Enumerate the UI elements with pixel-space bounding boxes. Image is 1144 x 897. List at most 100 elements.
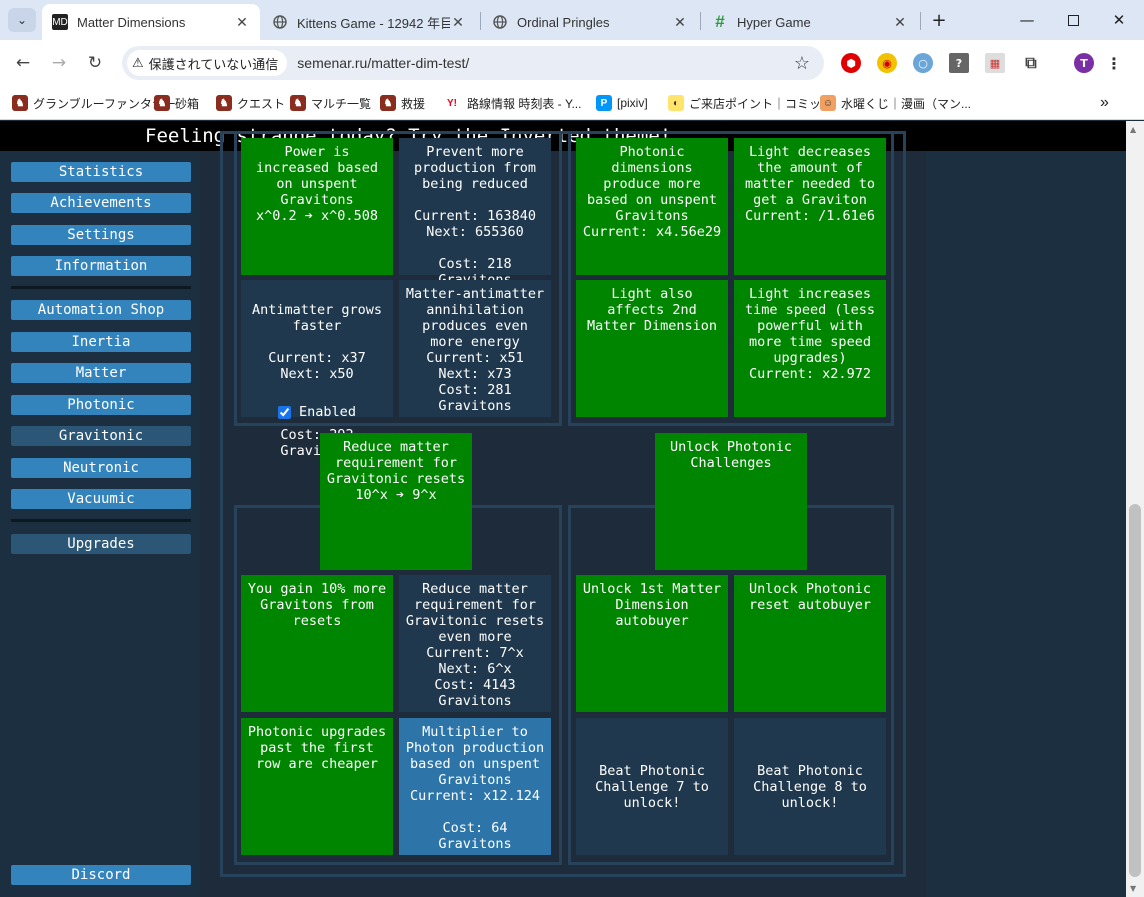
bookmark-item[interactable]: ♞ グランブルーファンタジー (12, 93, 176, 113)
address-bar[interactable]: ⚠ 保護されていない通信 semenar.ru/matter-dim-test/… (122, 46, 824, 80)
adblock-extension-icon[interactable]: ⬢ (841, 53, 861, 73)
tab-strip: ⌄ MD Matter Dimensions ✕ Kittens Game - … (0, 0, 1144, 40)
scrollbar-thumb[interactable] (1129, 504, 1141, 877)
help-extension-icon[interactable]: ? (949, 53, 969, 73)
forward-arrow-icon: → (51, 53, 67, 73)
upgrade-reduce-matter-requirement-overlay[interactable]: Reduce matter requirement for Gravitonic… (320, 433, 472, 570)
bookmark-item[interactable]: ♞ クエスト (216, 93, 285, 113)
close-window-button[interactable]: ✕ (1104, 8, 1134, 32)
bookmarks-overflow-button[interactable]: » (1100, 93, 1109, 113)
upgrade-photon-production-multiplier[interactable]: Multiplier to Photon production based on… (399, 718, 551, 855)
close-tab-icon[interactable]: ✕ (450, 14, 466, 31)
new-tab-button[interactable]: + (924, 8, 954, 32)
sidebar-vacuumic-button[interactable]: Vacuumic (11, 489, 191, 509)
enabled-checkbox[interactable] (278, 405, 292, 419)
upgrade-prevent-production-reduction[interactable]: Prevent more production from being reduc… (399, 138, 551, 288)
close-tab-icon[interactable]: ✕ (672, 14, 688, 31)
extension-icon[interactable]: ▦ (985, 53, 1005, 73)
tab-title: Hyper Game (737, 14, 811, 30)
upgrade-light-decreases-matter[interactable]: Light decreases the amount of matter nee… (734, 138, 886, 275)
warning-icon: ⚠ (132, 55, 144, 70)
bookmark-item[interactable]: ◐ ご来店ポイント｜コミッ... (668, 93, 831, 113)
maximize-button[interactable] (1058, 8, 1088, 32)
bookmark-label: 救援 (401, 96, 426, 111)
upgrade-antimatter-grows-faster[interactable]: Antimatter grows faster Current: x37 Nex… (241, 280, 393, 459)
bookmark-label: [pixiv] (617, 96, 648, 110)
bookmark-label: クエスト (237, 96, 286, 111)
bookmark-item[interactable]: ♞ 救援 (380, 93, 425, 113)
upgrade-matter-dimension-autobuyer[interactable]: Unlock 1st Matter Dimension autobuyer (576, 575, 728, 712)
tab-title: Kittens Game - 12942 年目 (297, 15, 450, 31)
tab-title: Ordinal Pringles (517, 14, 610, 30)
sidebar-neutronic-button[interactable]: Neutronic (11, 458, 191, 478)
close-tab-icon[interactable]: ✕ (892, 14, 908, 31)
sidebar-gravitonic-button[interactable]: Gravitonic (11, 426, 191, 446)
bookmark-label: 水曜くじ｜漫画（マン... (841, 96, 972, 111)
sidebar-information-button[interactable]: Information (11, 256, 191, 276)
discord-button[interactable]: Discord (11, 865, 191, 885)
bookmark-label: ご来店ポイント｜コミッ... (689, 96, 832, 111)
upgrade-photonic-dimensions-boost[interactable]: Photonic dimensions produce more based o… (576, 138, 728, 275)
bookmark-star-icon[interactable]: ☆ (794, 53, 810, 74)
bookmark-item[interactable]: ♞ マルチ一覧 (290, 93, 371, 113)
bookmark-favicon: ◐ (668, 95, 684, 111)
tab-title: Matter Dimensions (77, 14, 186, 30)
scroll-down-icon[interactable]: ▼ (1130, 884, 1136, 893)
bookmark-label: 砂箱 (175, 96, 200, 111)
sidebar-statistics-button[interactable]: Statistics (11, 162, 191, 182)
upgrade-annihilation-energy[interactable]: Matter-antimatter annihilation produces … (399, 280, 551, 417)
maximize-icon (1067, 14, 1079, 26)
tab-hyper-game[interactable]: # Hyper Game ✕ (702, 4, 918, 40)
minimize-button[interactable]: — (1012, 8, 1042, 32)
tab-matter-dimensions[interactable]: MD Matter Dimensions ✕ (42, 4, 260, 40)
bookmark-item[interactable]: ☺ 水曜くじ｜漫画（マン... (820, 93, 971, 113)
tab-separator (700, 12, 701, 30)
sidebar-automation-shop-button[interactable]: Automation Shop (11, 300, 191, 320)
upgrade-gain-more-gravitons[interactable]: You gain 10% more Gravitons from resets (241, 575, 393, 712)
forward-button[interactable]: → (46, 50, 72, 76)
bookmark-favicon: ☺ (820, 95, 836, 111)
sidebar-settings-button[interactable]: Settings (11, 225, 191, 245)
tab-separator (480, 12, 481, 30)
tab-kittens-game[interactable]: Kittens Game - 12942 年目 ✕ (262, 4, 476, 40)
sidebar-photonic-button[interactable]: Photonic (11, 395, 191, 415)
upgrade-light-increases-time-speed[interactable]: Light increases time speed (less powerfu… (734, 280, 886, 417)
extensions-puzzle-icon[interactable]: ⧉ (1021, 53, 1041, 73)
tab-ordinal-pringles[interactable]: Ordinal Pringles ✕ (482, 4, 698, 40)
upgrade-light-affects-2nd-dimension[interactable]: Light also affects 2nd Matter Dimension (576, 280, 728, 417)
antimatter-autobuy-toggle[interactable]: Enabled (278, 404, 356, 420)
upgrade-unlock-photonic-challenges-overlay[interactable]: Unlock Photonic Challenges (655, 433, 807, 570)
upgrade-reduce-matter-requirement-more[interactable]: Reduce matter requirement for Gravitonic… (399, 575, 551, 712)
bookmark-item[interactable]: ♞ 砂箱 (154, 93, 199, 113)
profile-avatar[interactable]: T (1074, 53, 1094, 73)
sidebar-inertia-button[interactable]: Inertia (11, 332, 191, 352)
sidebar-upgrades-button[interactable]: Upgrades (11, 534, 191, 554)
scroll-up-icon[interactable]: ▲ (1130, 125, 1136, 134)
globe-icon (492, 14, 508, 30)
sidebar-achievements-button[interactable]: Achievements (11, 193, 191, 213)
page-scrollbar[interactable]: ▲ ▼ (1126, 121, 1144, 897)
matter-dimensions-favicon: MD (52, 14, 68, 30)
bookmark-item[interactable]: Y! 路線情報 時刻表 - Y... (442, 93, 581, 113)
security-chip[interactable]: ⚠ 保護されていない通信 (127, 50, 288, 76)
sidebar: Statistics Achievements Settings Informa… (0, 151, 200, 897)
bookmark-favicon: ♞ (12, 95, 28, 111)
close-tab-icon[interactable]: ✕ (234, 14, 250, 31)
game-page: Feeling strange today? Try the Inverted … (0, 121, 1126, 897)
reload-button[interactable]: ↻ (82, 50, 108, 76)
bookmark-label: マルチ一覧 (311, 96, 372, 111)
upgrade-photonic-reset-autobuyer[interactable]: Unlock Photonic reset autobuyer (734, 575, 886, 712)
upgrade-photonic-cheaper[interactable]: Photonic upgrades past the first row are… (241, 718, 393, 855)
security-label: 保護されていない通信 (148, 56, 279, 72)
menu-kebab-icon[interactable]: ⋮ (1104, 53, 1124, 73)
extension-icon[interactable]: ○ (913, 53, 933, 73)
back-button[interactable]: ← (10, 50, 36, 76)
bookmark-favicon: ♞ (216, 95, 232, 111)
url-text[interactable]: semenar.ru/matter-dim-test/ (297, 55, 469, 71)
upgrade-power-unspent-gravitons[interactable]: Power is increased based on unspent Grav… (241, 138, 393, 275)
locked-upgrade-challenge-7: Beat Photonic Challenge 7 to unlock! (576, 718, 728, 855)
bookmark-item[interactable]: P [pixiv] (596, 93, 648, 113)
sidebar-matter-button[interactable]: Matter (11, 363, 191, 383)
extension-icon[interactable]: ◉ (877, 53, 897, 73)
tab-search-button[interactable]: ⌄ (8, 8, 36, 32)
